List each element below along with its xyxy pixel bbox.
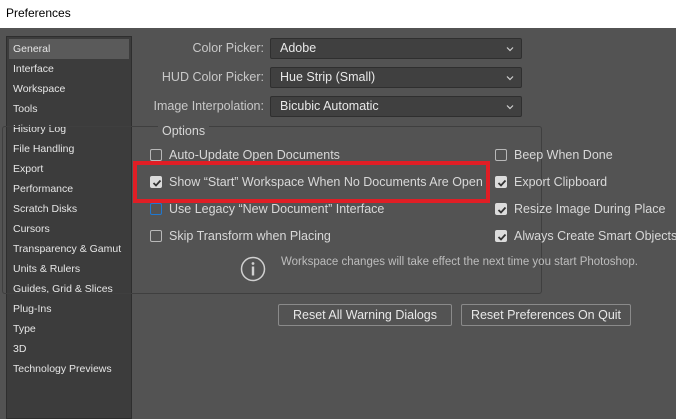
checkmark-icon bbox=[497, 206, 507, 214]
hud-color-picker-select[interactable]: Hue Strip (Small) bbox=[270, 67, 522, 88]
preferences-dialog: General Interface Workspace Tools Histor… bbox=[0, 28, 676, 419]
sidebar-item-plug-ins[interactable]: Plug-Ins bbox=[7, 299, 131, 319]
color-picker-row: Color Picker: bbox=[140, 38, 264, 58]
checkmark-icon bbox=[152, 179, 162, 187]
checkmark-icon bbox=[497, 179, 507, 187]
checkbox-box[interactable] bbox=[495, 149, 507, 161]
image-interpolation-label: Image Interpolation: bbox=[153, 99, 265, 113]
checkbox-box[interactable] bbox=[150, 230, 162, 242]
hud-color-picker-value: Hue Strip (Small) bbox=[280, 70, 376, 84]
color-picker-value: Adobe bbox=[280, 41, 317, 55]
info-icon bbox=[240, 256, 266, 282]
color-picker-select[interactable]: Adobe bbox=[270, 38, 522, 59]
window-title: Preferences bbox=[0, 0, 676, 28]
image-interpolation-select[interactable]: Bicubic Automatic bbox=[270, 96, 522, 117]
image-interpolation-row: Image Interpolation: bbox=[140, 96, 265, 116]
chevron-down-icon bbox=[506, 47, 514, 52]
checkbox-label: Use Legacy “New Document” Interface bbox=[169, 202, 385, 216]
checkbox-label: Skip Transform when Placing bbox=[169, 229, 331, 243]
sidebar-item-workspace[interactable]: Workspace bbox=[7, 79, 131, 99]
workspace-info-text: Workspace changes will take effect the n… bbox=[281, 256, 638, 268]
checkbox-label: Export Clipboard bbox=[514, 175, 608, 189]
checkbox-label: Beep When Done bbox=[514, 148, 613, 162]
checkbox-label: Show “Start” Workspace When No Documents… bbox=[169, 175, 483, 189]
checkbox-label: Resize Image During Place bbox=[514, 202, 666, 216]
options-group-title: Options bbox=[158, 124, 210, 138]
color-picker-label: Color Picker: bbox=[192, 41, 264, 55]
sidebar-item-type[interactable]: Type bbox=[7, 319, 131, 339]
image-interpolation-value: Bicubic Automatic bbox=[280, 99, 379, 113]
sidebar-item-tools[interactable]: Tools bbox=[7, 99, 131, 119]
checkbox-box[interactable] bbox=[495, 230, 507, 242]
reset-preferences-on-quit-button[interactable]: Reset Preferences On Quit bbox=[461, 304, 631, 326]
checkbox-box[interactable] bbox=[495, 176, 507, 188]
sidebar-item-3d[interactable]: 3D bbox=[7, 339, 131, 359]
sidebar-item-general[interactable]: General bbox=[9, 39, 129, 59]
checkbox-box[interactable] bbox=[495, 203, 507, 215]
hud-color-picker-label: HUD Color Picker: bbox=[161, 70, 264, 84]
checkbox-label: Always Create Smart Objects bbox=[514, 229, 676, 243]
sidebar-item-interface[interactable]: Interface bbox=[7, 59, 131, 79]
checkbox-label: Auto-Update Open Documents bbox=[169, 148, 340, 162]
checkbox-box[interactable] bbox=[150, 176, 162, 188]
reset-all-warning-dialogs-button[interactable]: Reset All Warning Dialogs bbox=[278, 304, 452, 326]
checkmark-icon bbox=[497, 233, 507, 241]
chevron-down-icon bbox=[506, 76, 514, 81]
sidebar-item-technology-previews[interactable]: Technology Previews bbox=[7, 359, 131, 379]
hud-color-picker-row: HUD Color Picker: bbox=[140, 67, 264, 87]
chevron-down-icon bbox=[506, 105, 514, 110]
checkbox-box[interactable] bbox=[150, 203, 162, 215]
checkbox-box[interactable] bbox=[150, 149, 162, 161]
